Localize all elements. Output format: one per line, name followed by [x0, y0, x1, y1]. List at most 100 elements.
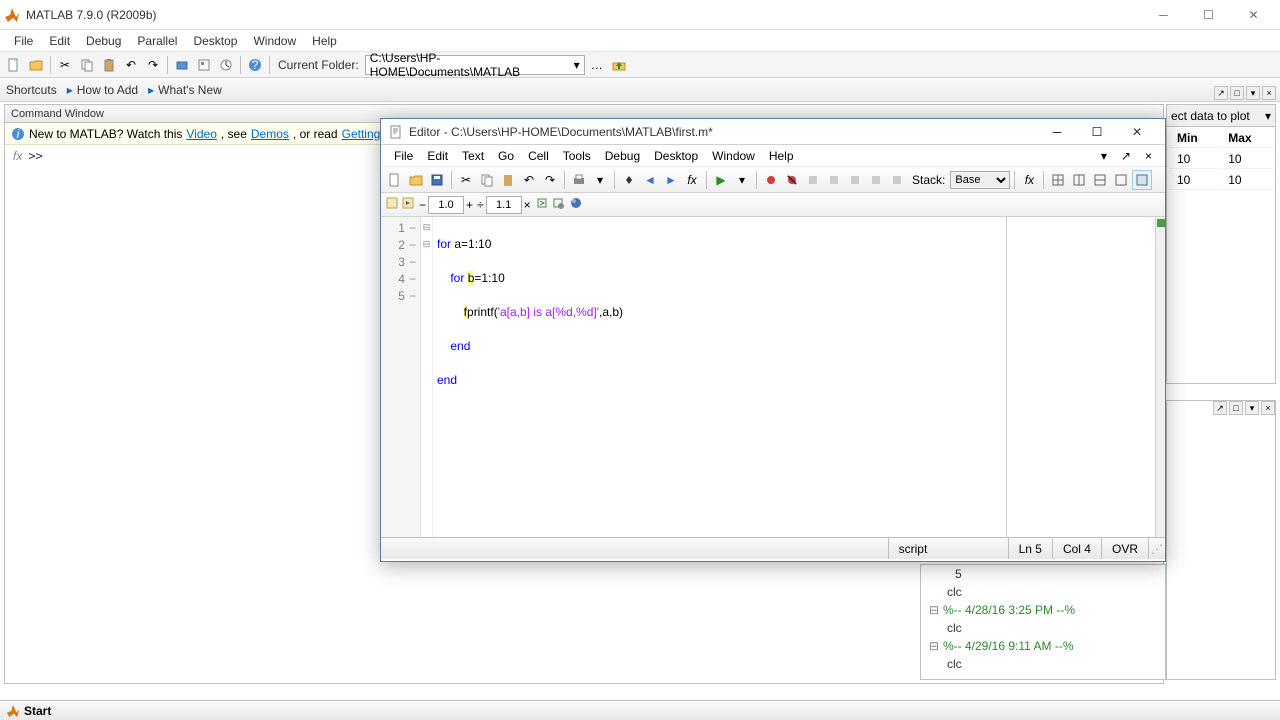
step-in-icon[interactable] — [824, 170, 844, 190]
editor-menu-edit[interactable]: Edit — [420, 147, 455, 165]
divide-icon[interactable]: ÷ — [477, 198, 484, 212]
menu-help[interactable]: Help — [304, 32, 345, 50]
function-hints-icon[interactable]: fx — [1019, 170, 1039, 190]
up-folder-icon[interactable] — [609, 55, 629, 75]
code-ok-marker[interactable] — [1157, 219, 1165, 227]
increment-value-1[interactable]: 1.0 — [428, 196, 464, 214]
new-file-icon[interactable] — [4, 55, 24, 75]
increment-icon[interactable]: + — [466, 198, 473, 212]
editor-close-doc-icon[interactable]: × — [1138, 147, 1159, 165]
editor-menu-debug[interactable]: Debug — [598, 147, 647, 165]
run-dropdown-icon[interactable]: ▾ — [732, 170, 752, 190]
editor-menu-file[interactable]: File — [387, 147, 420, 165]
minimize-button[interactable]: ─ — [1141, 1, 1186, 29]
editor-code-area[interactable]: 1− 2− 3− 4− 5− ⊟ ⊟ for a=1:10 for b=1:10… — [381, 217, 1165, 537]
open-icon[interactable] — [406, 170, 426, 190]
history-item[interactable]: clc — [921, 619, 1165, 637]
stack-select[interactable]: Base — [950, 171, 1010, 189]
editor-dock-icon[interactable]: ↗ — [1114, 147, 1138, 165]
menu-window[interactable]: Window — [245, 32, 304, 50]
undo-icon[interactable]: ↶ — [121, 55, 141, 75]
panel-max-icon[interactable]: □ — [1229, 401, 1243, 415]
status-ovr[interactable]: OVR — [1101, 538, 1148, 559]
menu-debug[interactable]: Debug — [78, 32, 129, 50]
redo-icon[interactable]: ↷ — [143, 55, 163, 75]
editor-menu-help[interactable]: Help — [762, 147, 801, 165]
menu-parallel[interactable]: Parallel — [129, 32, 185, 50]
editor-menu-cell[interactable]: Cell — [521, 147, 556, 165]
editor-maximize-button[interactable]: ☐ — [1077, 120, 1117, 144]
copy-icon[interactable] — [77, 55, 97, 75]
cell-eval-icon[interactable] — [385, 196, 399, 213]
fold-toggle[interactable]: ⊟ — [421, 219, 432, 236]
guide-icon[interactable] — [194, 55, 214, 75]
history-item[interactable]: clc — [921, 583, 1165, 601]
panel-close-icon[interactable]: × — [1262, 86, 1276, 100]
history-item[interactable]: 5 — [921, 565, 1165, 583]
breakpoint-set-icon[interactable] — [761, 170, 781, 190]
menu-desktop[interactable]: Desktop — [185, 32, 245, 50]
step-out-icon[interactable] — [845, 170, 865, 190]
editor-menu-window[interactable]: Window — [705, 147, 762, 165]
fold-column[interactable]: ⊟ ⊟ — [421, 217, 433, 537]
menu-file[interactable]: File — [6, 32, 41, 50]
step-icon[interactable] — [803, 170, 823, 190]
panel-menu-icon[interactable]: ▾ — [1246, 86, 1260, 100]
fold-toggle[interactable]: ⊟ — [421, 236, 432, 253]
plot-selector[interactable]: ect data to plot▾ — [1167, 105, 1275, 127]
panel-close-icon[interactable]: × — [1261, 401, 1275, 415]
publish-icon[interactable] — [535, 196, 549, 213]
layout-5-icon[interactable] — [1132, 170, 1152, 190]
how-to-add-link[interactable]: ▸How to Add — [67, 83, 138, 97]
print-icon[interactable] — [569, 170, 589, 190]
layout-3-icon[interactable] — [1090, 170, 1110, 190]
editor-close-button[interactable]: ✕ — [1117, 120, 1157, 144]
paste-icon[interactable] — [99, 55, 119, 75]
print-dropdown-icon[interactable]: ▾ — [590, 170, 610, 190]
increment-value-2[interactable]: 1.1 — [486, 196, 522, 214]
nav-back-icon[interactable]: ◄ — [640, 170, 660, 190]
fx-icon[interactable]: fx — [13, 149, 22, 163]
layout-4-icon[interactable] — [1111, 170, 1131, 190]
code-text[interactable]: for a=1:10 for b=1:10 fprintf('a[a,b] is… — [433, 217, 1165, 537]
table-row[interactable]: 1010 — [1169, 150, 1273, 169]
redo-icon[interactable]: ↷ — [540, 170, 560, 190]
editor-dock-dropdown-icon[interactable]: ▾ — [1094, 147, 1114, 165]
resize-grip-icon[interactable]: ⋰ — [1148, 538, 1165, 559]
new-icon[interactable] — [385, 170, 405, 190]
cut-icon[interactable]: ✂ — [456, 170, 476, 190]
copy-icon[interactable] — [477, 170, 497, 190]
panel-undock-icon[interactable]: ↗ — [1213, 401, 1227, 415]
editor-title-bar[interactable]: Editor - C:\Users\HP-HOME\Documents\MATL… — [381, 119, 1165, 145]
function-icon[interactable]: fx — [682, 170, 702, 190]
editor-menu-text[interactable]: Text — [455, 147, 491, 165]
help-icon[interactable]: ? — [245, 55, 265, 75]
browse-folder-icon[interactable]: … — [587, 55, 607, 75]
editor-menu-go[interactable]: Go — [491, 147, 521, 165]
decrement-icon[interactable]: − — [419, 198, 426, 212]
find-icon[interactable] — [619, 170, 639, 190]
paste-icon[interactable] — [498, 170, 518, 190]
save-icon[interactable] — [427, 170, 447, 190]
open-file-icon[interactable] — [26, 55, 46, 75]
layout-2-icon[interactable] — [1069, 170, 1089, 190]
history-date[interactable]: ⊟%-- 4/28/16 3:25 PM --% — [921, 601, 1165, 619]
panel-menu-icon[interactable]: ▾ — [1245, 401, 1259, 415]
editor-menu-desktop[interactable]: Desktop — [647, 147, 705, 165]
col-max[interactable]: Max — [1220, 129, 1273, 148]
whats-new-link[interactable]: ▸What's New — [148, 83, 222, 97]
code-message-strip[interactable] — [1155, 217, 1165, 537]
profiler-icon[interactable] — [216, 55, 236, 75]
line-number-gutter[interactable]: 1− 2− 3− 4− 5− — [381, 217, 421, 537]
start-button[interactable]: Start — [6, 704, 51, 718]
layout-1-icon[interactable] — [1048, 170, 1068, 190]
editor-menu-tools[interactable]: Tools — [556, 147, 598, 165]
cut-icon[interactable]: ✂ — [55, 55, 75, 75]
table-row[interactable]: 1010 — [1169, 171, 1273, 190]
video-link[interactable]: Video — [186, 127, 216, 141]
cell-eval-advance-icon[interactable] — [401, 196, 415, 213]
info-sphere-icon[interactable] — [569, 196, 583, 213]
continue-icon[interactable] — [866, 170, 886, 190]
demos-link[interactable]: Demos — [251, 127, 289, 141]
close-button[interactable]: ✕ — [1231, 1, 1276, 29]
